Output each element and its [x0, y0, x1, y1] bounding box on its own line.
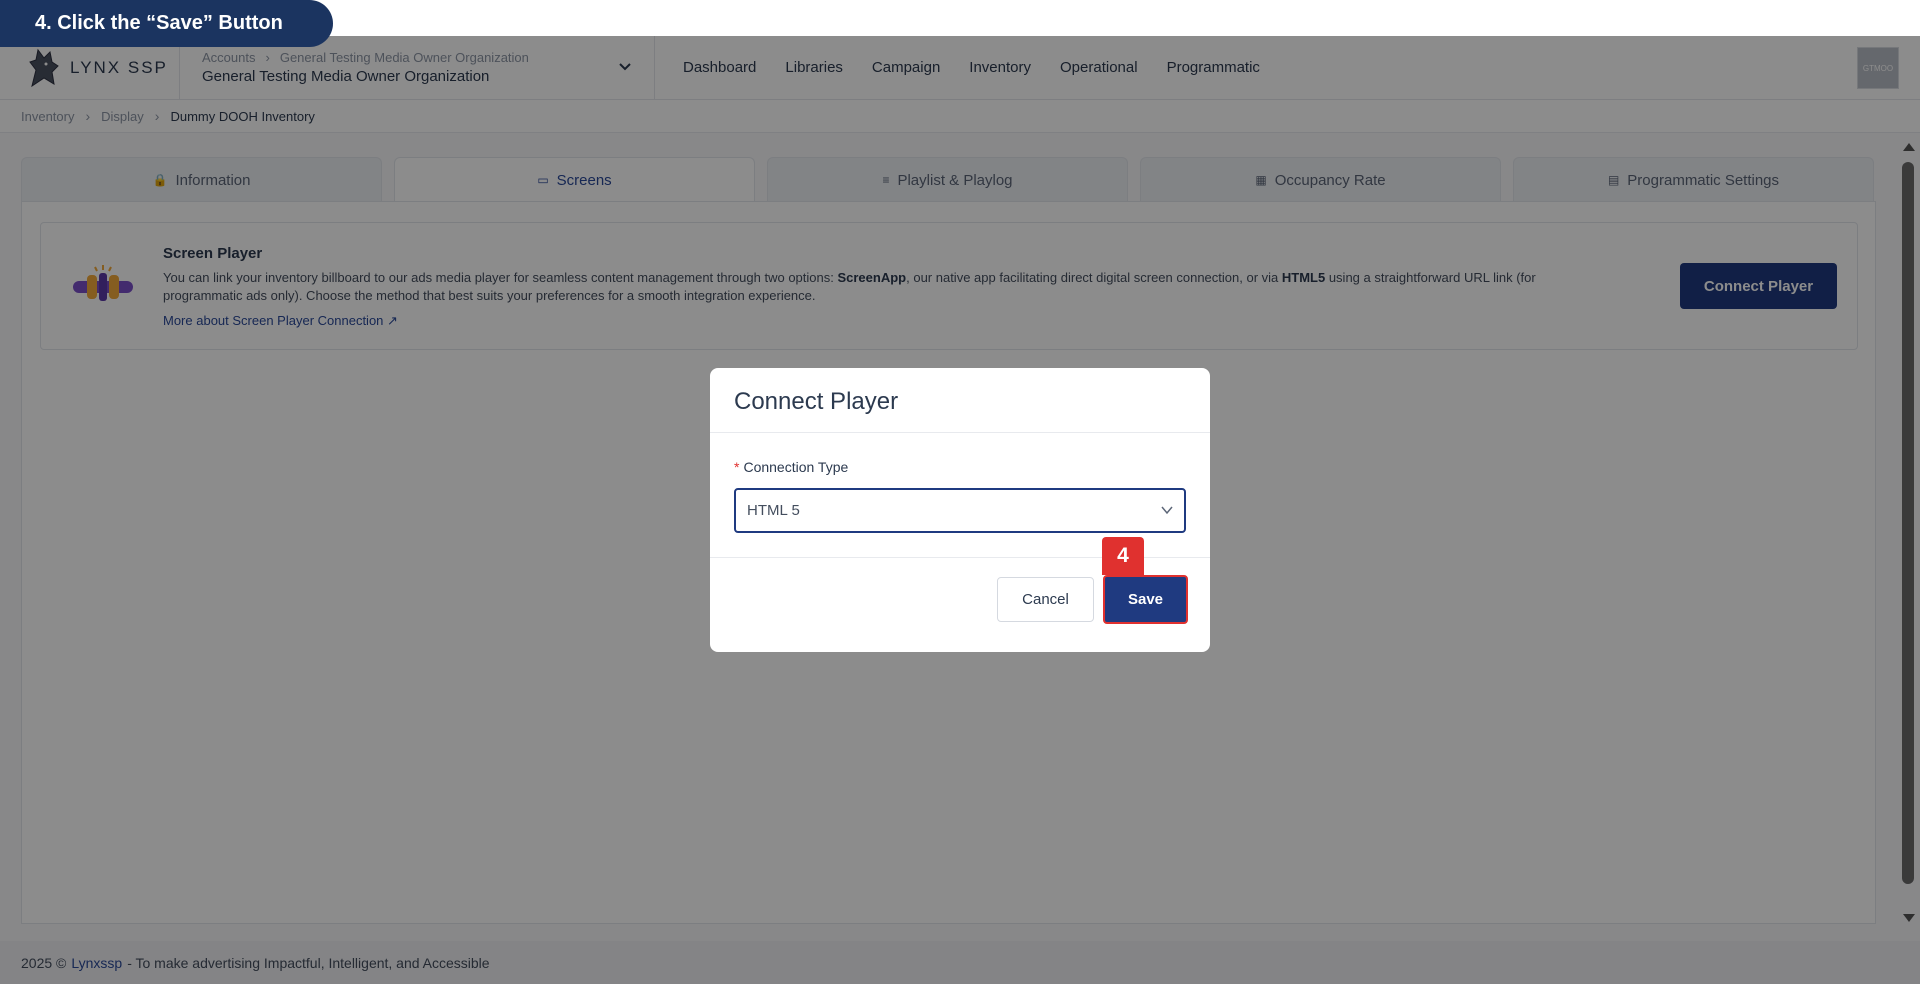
- modal-title: Connect Player: [734, 388, 899, 415]
- connection-type-value: HTML 5: [747, 502, 800, 519]
- connection-type-select[interactable]: HTML 5: [734, 488, 1186, 533]
- connection-type-label: * Connection Type: [734, 459, 849, 475]
- step-instruction-pill: 4. Click the “Save” Button: [0, 0, 333, 47]
- connect-player-modal: Connect Player * Connection Type HTML 5 C…: [710, 368, 1210, 652]
- step-number-badge: 4: [1102, 537, 1144, 575]
- required-mark: *: [734, 459, 740, 475]
- modal-divider: [710, 432, 1210, 433]
- chevron-down-icon: [1160, 503, 1174, 517]
- cancel-button[interactable]: Cancel: [997, 577, 1094, 622]
- save-button[interactable]: Save: [1103, 575, 1188, 624]
